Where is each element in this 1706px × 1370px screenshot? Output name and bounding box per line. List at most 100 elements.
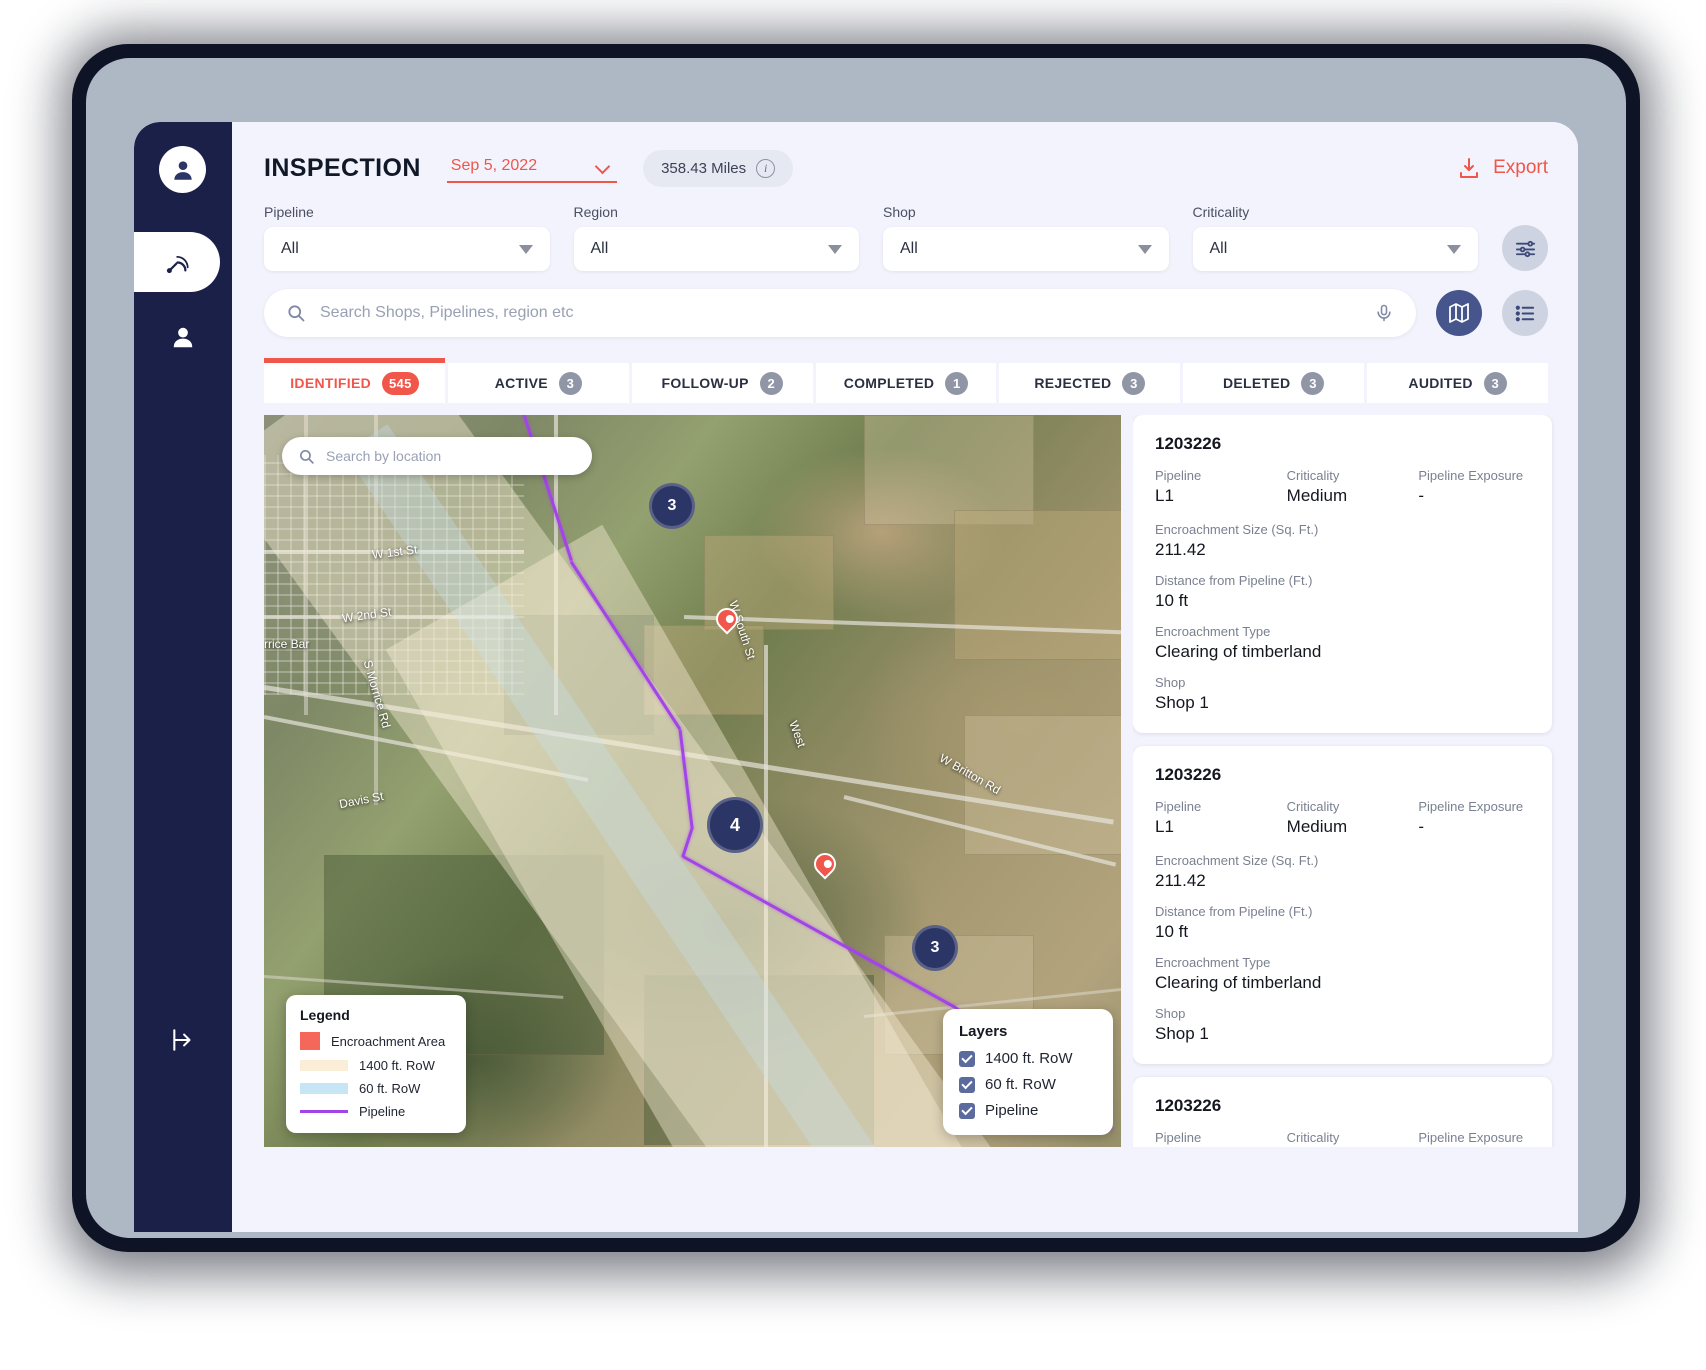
map-search-input[interactable] bbox=[326, 448, 576, 464]
card-id: 1203226 bbox=[1155, 434, 1222, 453]
pipeline-select[interactable]: All bbox=[264, 227, 550, 271]
date-picker-value: Sep 5, 2022 bbox=[450, 156, 538, 174]
tab-count: 3 bbox=[558, 371, 582, 395]
card-top-fields: Pipeline L1 Criticality Medium Pipeline … bbox=[1155, 1130, 1530, 1147]
map-cluster[interactable]: 3 bbox=[912, 925, 958, 971]
checkbox-checked-icon[interactable] bbox=[959, 1102, 975, 1119]
tab-audited[interactable]: AUDITED 3 bbox=[1367, 363, 1549, 403]
filter-shop: Shop All bbox=[883, 204, 1169, 271]
export-button[interactable]: Export bbox=[1457, 156, 1548, 180]
filter-label: Criticality bbox=[1192, 204, 1250, 220]
search-row bbox=[232, 271, 1578, 337]
encroachment-card[interactable]: 1203226 Pipeline L1 Criticality Medium bbox=[1133, 415, 1552, 733]
field-label: Pipeline Exposure bbox=[1418, 1130, 1524, 1145]
layer-toggle-row-1400[interactable]: 1400 ft. RoW bbox=[959, 1050, 1097, 1067]
encroachment-list[interactable]: 1203226 Pipeline L1 Criticality Medium P… bbox=[1133, 415, 1558, 1147]
app-window: INSPECTION Sep 5, 2022 358.43 Miles i Ex… bbox=[134, 122, 1578, 1232]
encroachment-card[interactable]: 1203226 Pipeline L1 Criticality Medium bbox=[1133, 1077, 1552, 1147]
layer-toggle-pipeline[interactable]: Pipeline bbox=[959, 1102, 1097, 1119]
tab-count: 3 bbox=[1301, 371, 1325, 395]
tab-follow-up[interactable]: FOLLOW-UP 2 bbox=[631, 363, 813, 403]
info-icon[interactable]: i bbox=[756, 158, 776, 178]
field-label: Encroachment Type bbox=[1155, 955, 1271, 970]
caret-down-icon bbox=[518, 244, 533, 254]
legend-item: Pipeline bbox=[300, 1104, 452, 1119]
field-type: Encroachment Type Clearing of timberland bbox=[1155, 955, 1530, 993]
tab-count: 1 bbox=[945, 371, 969, 395]
device-stage: INSPECTION Sep 5, 2022 358.43 Miles i Ex… bbox=[0, 0, 1706, 1370]
field-label: Criticality bbox=[1286, 468, 1340, 483]
search-input[interactable] bbox=[320, 304, 1360, 322]
list-icon bbox=[1515, 305, 1534, 321]
tab-completed[interactable]: COMPLETED 1 bbox=[815, 363, 997, 403]
field-value: 211.42 bbox=[1155, 871, 1206, 890]
field-label: Pipeline bbox=[1155, 468, 1202, 483]
criticality-select[interactable]: All bbox=[1192, 227, 1478, 271]
tab-label: AUDITED bbox=[1408, 375, 1473, 391]
tab-label: REJECTED bbox=[1034, 375, 1112, 391]
shop-select[interactable]: All bbox=[883, 227, 1169, 271]
map-pin-icon bbox=[711, 603, 743, 635]
map-view[interactable]: W 1st St W 2nd St S Morrice Rd Davis St … bbox=[264, 415, 1121, 1147]
search-bar[interactable] bbox=[264, 289, 1416, 337]
card-id: 1203226 bbox=[1155, 1096, 1222, 1115]
field-value: Medium bbox=[1286, 486, 1348, 505]
tab-deleted[interactable]: DELETED 3 bbox=[1183, 363, 1365, 403]
map-canvas[interactable]: W 1st St W 2nd St S Morrice Rd Davis St … bbox=[264, 415, 1121, 1147]
date-picker[interactable]: Sep 5, 2022 bbox=[446, 154, 618, 183]
field-value: Medium bbox=[1286, 817, 1348, 836]
layer-label: Pipeline bbox=[985, 1102, 1039, 1119]
field-shop: Shop Shop 1 bbox=[1155, 1006, 1530, 1044]
select-value: All bbox=[900, 240, 918, 257]
map-icon bbox=[1449, 303, 1469, 323]
app-header: INSPECTION Sep 5, 2022 358.43 Miles i Ex… bbox=[232, 122, 1578, 192]
filter-criticality: Criticality All bbox=[1192, 204, 1478, 271]
sidebar-item-inspection[interactable] bbox=[134, 232, 220, 292]
tab-active[interactable]: ACTIVE 3 bbox=[447, 363, 629, 403]
filter-settings-button[interactable] bbox=[1502, 225, 1548, 271]
checkbox-checked-icon[interactable] bbox=[959, 1050, 975, 1067]
encroachment-marker[interactable] bbox=[711, 603, 743, 638]
tab-identified[interactable]: IDENTIFIED 545 bbox=[264, 358, 445, 403]
field-value: Clearing of timberland bbox=[1155, 642, 1322, 661]
field-value: L1 bbox=[1155, 817, 1174, 836]
list-view-button[interactable] bbox=[1502, 290, 1548, 336]
layer-toggle-row-60[interactable]: 60 ft. RoW bbox=[959, 1076, 1097, 1093]
map-cluster[interactable]: 4 bbox=[707, 797, 763, 853]
select-value: All bbox=[281, 240, 299, 257]
encroachment-card[interactable]: 1203226 Pipeline L1 Criticality Medium bbox=[1133, 746, 1552, 1064]
sidebar-item-users[interactable] bbox=[134, 307, 232, 367]
field-value: - bbox=[1418, 817, 1425, 836]
map-field bbox=[864, 415, 1034, 525]
satellite-icon bbox=[166, 255, 189, 273]
field-distance: Distance from Pipeline (Ft.) 10 ft bbox=[1155, 573, 1530, 611]
legend-swatch-row1400 bbox=[300, 1060, 348, 1071]
map-pin-icon bbox=[809, 848, 841, 880]
region-select[interactable]: All bbox=[573, 227, 859, 271]
chevron-down-icon bbox=[597, 161, 611, 170]
avatar[interactable] bbox=[159, 146, 206, 193]
card-top-fields: Pipeline L1 Criticality Medium Pipeline … bbox=[1155, 799, 1530, 837]
legend-item: 1400 ft. RoW bbox=[300, 1058, 452, 1073]
checkbox-checked-icon[interactable] bbox=[959, 1076, 975, 1093]
tab-label: ACTIVE bbox=[494, 375, 548, 391]
content-area: W 1st St W 2nd St S Morrice Rd Davis St … bbox=[232, 403, 1578, 1147]
field-label: Pipeline Exposure bbox=[1418, 468, 1524, 483]
map-search-bar[interactable] bbox=[282, 437, 592, 475]
filter-label: Region bbox=[573, 204, 618, 220]
map-view-button[interactable] bbox=[1436, 290, 1482, 336]
field-pipeline: Pipeline L1 bbox=[1155, 468, 1267, 506]
legend-label: Pipeline bbox=[359, 1104, 406, 1119]
tab-count: 2 bbox=[759, 371, 783, 395]
map-cluster[interactable]: 3 bbox=[649, 483, 695, 529]
filter-row: Pipeline All Region All Shop All Critica… bbox=[232, 192, 1578, 271]
card-id: 1203226 bbox=[1155, 765, 1222, 784]
caret-down-icon bbox=[828, 244, 842, 254]
microphone-icon[interactable] bbox=[1374, 303, 1394, 323]
export-label: Export bbox=[1493, 157, 1548, 178]
legend-swatch-pipeline bbox=[300, 1110, 348, 1113]
miles-value: 358.43 Miles bbox=[661, 159, 747, 177]
encroachment-marker[interactable] bbox=[809, 848, 841, 883]
sidebar-item-logout[interactable] bbox=[134, 1010, 232, 1070]
tab-rejected[interactable]: REJECTED 3 bbox=[999, 363, 1181, 403]
